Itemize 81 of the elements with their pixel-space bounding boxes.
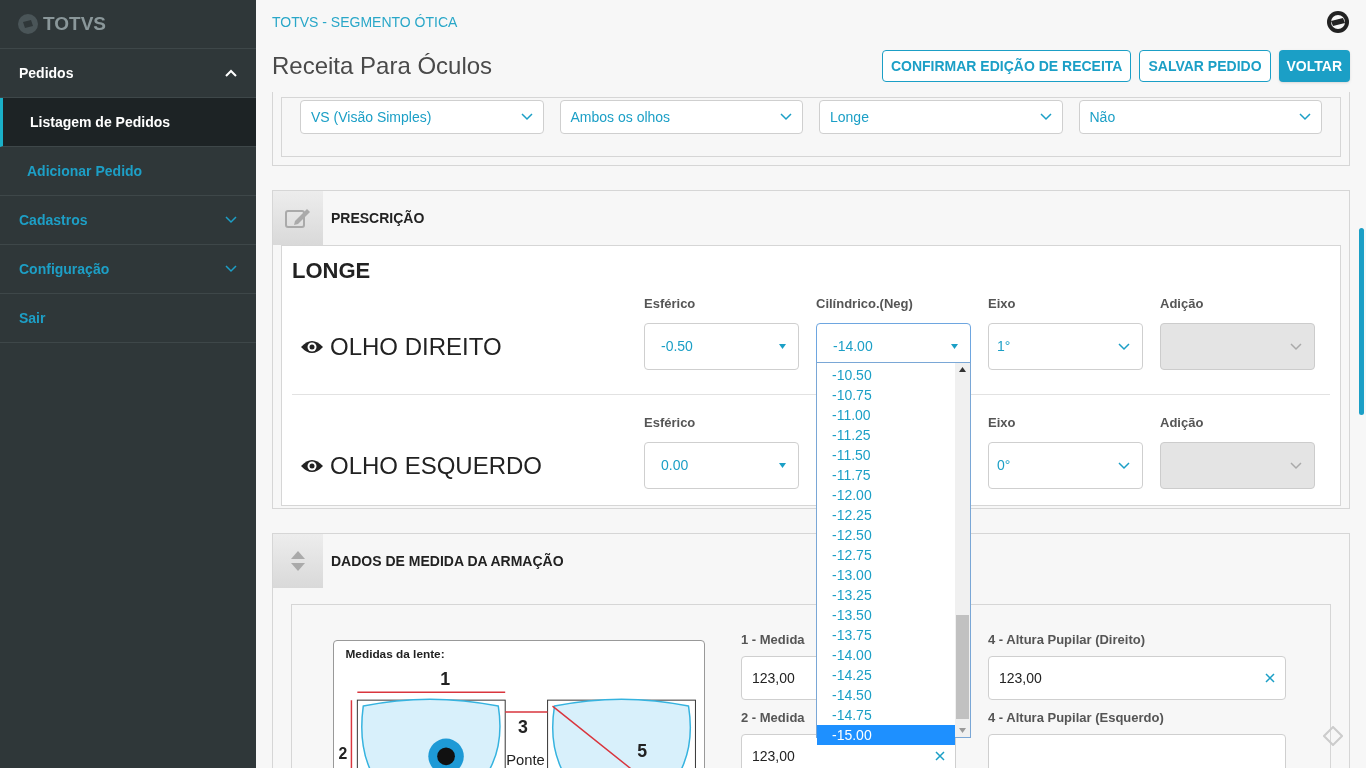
select-field[interactable]: 0° xyxy=(988,442,1143,489)
input-field[interactable]: 123,00 xyxy=(988,656,1286,700)
eye-icon xyxy=(300,338,324,355)
distance-heading: LONGE xyxy=(292,257,372,285)
dropdown-option[interactable]: -11.00 xyxy=(817,405,955,425)
field-label: 4 - Altura Pupilar (Esquerdo) xyxy=(988,709,1164,727)
input-field[interactable] xyxy=(988,734,1286,768)
dropdown-option[interactable]: -11.50 xyxy=(817,445,955,465)
dropdown-option[interactable]: -13.75 xyxy=(817,625,955,645)
edit-icon xyxy=(285,207,311,229)
sort-icon xyxy=(290,550,306,572)
chevron-up-icon xyxy=(225,69,237,77)
dropdown-option[interactable]: -12.25 xyxy=(817,505,955,525)
section-title: DADOS DE MEDIDA DA ARMAÇÃO xyxy=(331,551,564,571)
dropdown-option[interactable]: -12.00 xyxy=(817,485,955,505)
chevron-down-icon xyxy=(225,216,237,224)
diagram-label: Ponte xyxy=(506,752,545,768)
field-label: Eixo xyxy=(988,414,1017,432)
field-label: 4 - Altura Pupilar (Direito) xyxy=(988,631,1145,649)
field-label: Esférico xyxy=(644,414,697,432)
dropdown-option[interactable]: -14.25 xyxy=(817,665,955,685)
chevron-down-icon xyxy=(1290,461,1302,470)
select-field[interactable]: VS (Visão Simples) xyxy=(300,100,544,134)
caret-icon xyxy=(779,463,786,468)
field-label: Esférico xyxy=(644,295,697,313)
app-name: TOTVS - SEGMENTO ÓTICA xyxy=(272,12,458,32)
chevron-down-icon xyxy=(1039,113,1052,121)
chevron-down-icon xyxy=(520,113,533,121)
field-label: Adição xyxy=(1160,295,1205,313)
action-button[interactable]: VOLTAR xyxy=(1278,50,1350,82)
field-label: Adição xyxy=(1160,414,1205,432)
scroll-up-icon xyxy=(959,367,966,372)
select-field[interactable]: Longe xyxy=(819,100,1063,134)
caret-icon xyxy=(779,344,786,349)
chevron-down-icon xyxy=(1290,342,1302,351)
select-field[interactable]: 0.00 xyxy=(644,442,799,489)
caret-icon xyxy=(951,344,958,349)
field-label: Cilíndrico.(Neg) xyxy=(816,295,914,313)
logo-icon xyxy=(17,13,39,35)
dropdown-option[interactable]: -13.25 xyxy=(817,585,955,605)
select-field[interactable]: Ambos os olhos xyxy=(559,100,803,134)
logo-text: TOTVS xyxy=(43,11,106,36)
section-title: PRESCRIÇÃO xyxy=(331,208,425,228)
dropdown-option[interactable]: -13.00 xyxy=(817,565,955,585)
page-title: Receita Para Óculos xyxy=(272,51,493,81)
dropdown-option[interactable]: -13.50 xyxy=(817,605,955,625)
sidebar-subitem[interactable]: Listagem de Pedidos xyxy=(0,98,256,147)
eye-icon xyxy=(300,457,324,474)
eye-label: OLHO ESQUERDO xyxy=(330,450,543,481)
clear-icon[interactable] xyxy=(935,751,945,761)
dropdown-option[interactable]: -14.00 xyxy=(817,645,955,665)
scroll-down-icon xyxy=(959,728,966,733)
chevron-down-icon xyxy=(1118,461,1130,470)
action-button[interactable]: CONFIRMAR EDIÇÃO DE RECEITA xyxy=(881,50,1132,82)
field-label: 1 - Medida xyxy=(741,631,805,649)
action-button[interactable]: SALVAR PEDIDO xyxy=(1139,50,1271,82)
diagram-label: 2 xyxy=(338,745,348,763)
field-label: 2 - Medida xyxy=(741,709,805,727)
dropdown-option[interactable]: -14.75 xyxy=(817,705,955,725)
select-field[interactable]: 1° xyxy=(988,323,1143,370)
field-label: Eixo xyxy=(988,295,1017,313)
clear-icon[interactable] xyxy=(1265,673,1275,683)
diagram-label: 5 xyxy=(637,741,648,762)
select-field[interactable]: -0.50 xyxy=(644,323,799,370)
diagram-label: Medidas da lente: xyxy=(345,646,445,661)
dropdown-option[interactable]: -11.25 xyxy=(817,425,955,445)
chevron-down-icon xyxy=(225,265,237,273)
diagram-label: 1 xyxy=(440,669,450,690)
dropdown-option[interactable]: -11.75 xyxy=(817,465,955,485)
dropdown-option[interactable]: -15.00 xyxy=(817,725,955,745)
chevron-down-icon xyxy=(780,113,792,121)
chevron-down-icon xyxy=(1118,342,1130,351)
dropdown-option[interactable]: -14.50 xyxy=(817,685,955,705)
eye-label: OLHO DIREITO xyxy=(330,331,502,362)
diagram-label: 3 xyxy=(518,716,528,737)
select-field[interactable]: Não xyxy=(1078,100,1322,134)
dropdown-option[interactable]: -12.75 xyxy=(817,545,955,565)
chevron-down-icon xyxy=(1299,113,1311,121)
logo-icon xyxy=(1326,10,1350,34)
dropdown-option[interactable]: -10.75 xyxy=(817,385,955,405)
dropdown-option[interactable]: -12.50 xyxy=(817,525,955,545)
